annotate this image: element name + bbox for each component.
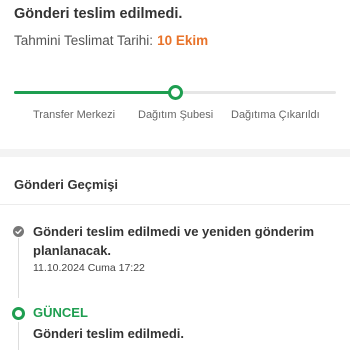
progress-indicator — [167, 85, 183, 100]
progress-steps: Transfer Merkezi Dağıtım Şubesi Dağıtıma… — [0, 109, 350, 125]
history-event-text: Gönderi teslim edilmedi ve yeniden gönde… — [33, 224, 315, 258]
delivery-status-title: Gönderi teslim edilmedi. — [14, 6, 183, 22]
section-rule — [0, 204, 350, 205]
section-divider — [0, 149, 350, 157]
history-event-date: 11.10.2024 Cuma 17:22 — [33, 262, 145, 274]
step-out-for-delivery: Dağıtıma Çıkarıldı — [231, 109, 320, 121]
timeline-line — [18, 322, 19, 350]
progress-fill — [14, 91, 175, 94]
eta-label: Tahmini Teslimat Tarihi: — [14, 33, 154, 48]
check-circle-icon — [13, 226, 24, 237]
current-status-label: GÜNCEL — [33, 305, 88, 320]
shipment-history-title: Gönderi Geçmişi — [14, 177, 119, 192]
step-distribution-branch: Dağıtım Şubesi — [138, 109, 214, 121]
current-status-icon — [12, 307, 25, 320]
eta-date: 10 Ekim — [157, 33, 209, 48]
estimated-delivery: Tahmini Teslimat Tarihi: 10 Ekim — [14, 33, 208, 48]
timeline-line — [18, 238, 19, 298]
current-status-text: Gönderi teslim edilmedi. — [33, 326, 184, 341]
step-transfer-center: Transfer Merkezi — [33, 109, 116, 121]
